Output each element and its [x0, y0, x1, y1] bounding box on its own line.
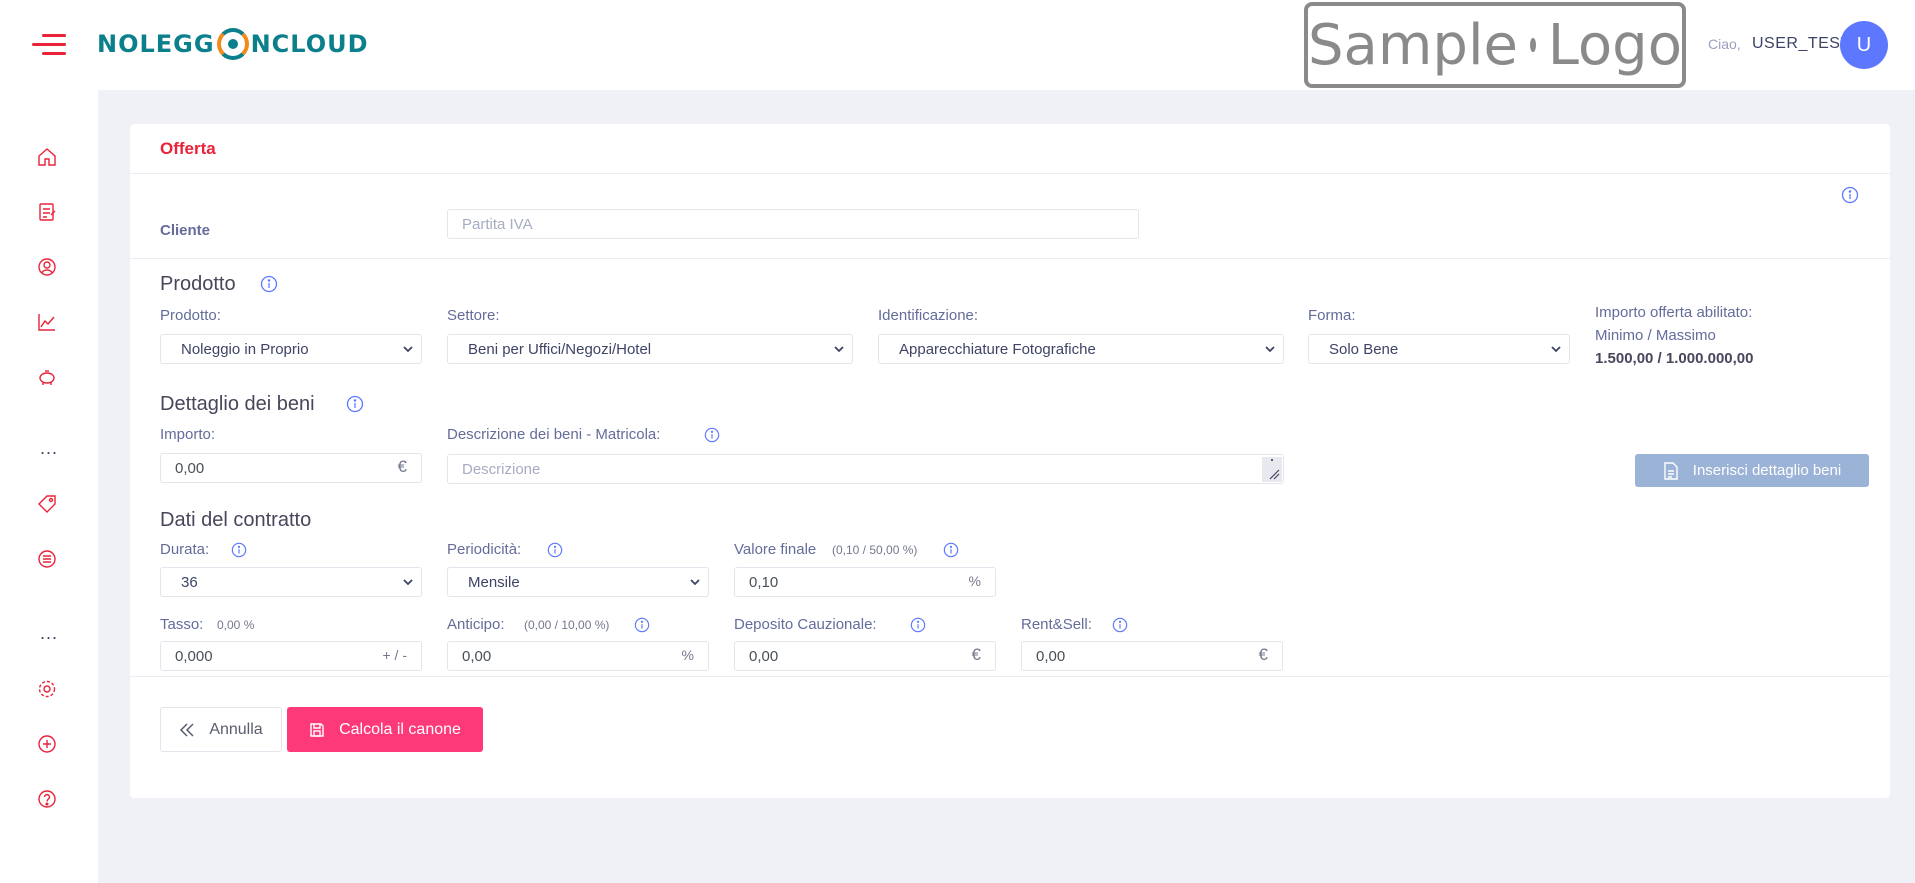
min-max-value: 1.500,00 / 1.000.000,00: [1595, 350, 1754, 367]
company-logo: Sample Logo: [1304, 2, 1686, 88]
anticipo-input[interactable]: 0,00 %: [447, 641, 709, 671]
help-icon[interactable]: [36, 788, 58, 810]
forma-select[interactable]: Solo Bene: [1308, 334, 1570, 364]
anticipo-label: Anticipo:: [447, 616, 505, 633]
greeting-text: Ciao,: [1708, 36, 1741, 52]
valore-finale-input[interactable]: 0,10 %: [734, 567, 996, 597]
double-chevron-left-icon: [180, 722, 194, 737]
info-icon[interactable]: [704, 427, 720, 443]
offerta-card: Offerta Cliente Partita IVA Prodotto Pro…: [130, 124, 1890, 798]
calcola-canone-button[interactable]: Calcola il canone: [287, 707, 483, 752]
periodicita-label: Periodicità:: [447, 541, 522, 558]
chevron-down-icon: [834, 346, 844, 353]
plus-minus-suffix: + / -: [382, 647, 407, 663]
inserisci-dettaglio-button[interactable]: Inserisci dettaglio beni: [1635, 454, 1869, 487]
info-icon[interactable]: [943, 542, 959, 558]
chart-icon[interactable]: [36, 311, 58, 333]
chevron-down-icon: [690, 579, 700, 586]
prodotto-select[interactable]: Noleggio in Proprio: [160, 334, 422, 364]
euro-suffix: €: [397, 457, 407, 476]
deposito-input[interactable]: 0,00 €: [734, 641, 996, 671]
username[interactable]: USER_TEST: [1752, 35, 1851, 53]
percent-suffix: %: [681, 647, 694, 663]
settings-icon[interactable]: [36, 678, 58, 700]
add-circle-icon[interactable]: [36, 733, 58, 755]
logo-dot: [1529, 38, 1536, 52]
card-header: Offerta: [130, 124, 1890, 174]
chevron-down-icon: [1551, 346, 1561, 353]
dettaglio-section-title: Dettaglio dei beni: [160, 393, 315, 415]
piggy-bank-icon[interactable]: [36, 366, 58, 388]
chevron-down-icon: [1265, 346, 1275, 353]
chevron-down-icon: [403, 579, 413, 586]
rentsell-input[interactable]: 0,00 €: [1021, 641, 1283, 671]
percent-suffix: %: [968, 573, 981, 589]
euro-suffix: €: [1258, 645, 1268, 664]
avatar[interactable]: U: [1840, 21, 1888, 69]
partita-iva-input[interactable]: Partita IVA: [447, 209, 1139, 239]
settore-label: Settore:: [447, 307, 500, 324]
descrizione-textarea[interactable]: Descrizione: [447, 454, 1284, 484]
min-max-label: Minimo / Massimo: [1595, 327, 1716, 344]
save-icon: [310, 722, 324, 737]
info-icon[interactable]: [910, 617, 926, 633]
info-icon[interactable]: [260, 275, 278, 293]
sidebar: ... ...: [0, 90, 98, 883]
document-icon: [1664, 461, 1678, 480]
top-bar: NOLEGG NCLOUD Sample Logo Ciao, USER_TES…: [0, 0, 1915, 90]
resize-handle-icon[interactable]: [1262, 457, 1282, 482]
importo-label: Importo:: [160, 426, 216, 443]
more-icon[interactable]: ...: [40, 438, 58, 459]
brand-logo[interactable]: NOLEGG NCLOUD: [97, 28, 369, 60]
info-icon[interactable]: [231, 542, 247, 558]
info-icon[interactable]: [1112, 617, 1128, 633]
durata-label: Durata:: [160, 541, 210, 558]
page-title: Offerta: [160, 139, 216, 158]
deposito-label: Deposito Cauzionale:: [734, 616, 877, 633]
menu-toggle-icon[interactable]: [32, 30, 68, 58]
periodicita-select[interactable]: Mensile: [447, 567, 709, 597]
identificazione-label: Identificazione:: [878, 307, 979, 324]
descrizione-label: Descrizione dei beni - Matricola:: [447, 426, 661, 443]
chevron-down-icon: [403, 346, 413, 353]
divider: [130, 676, 1890, 677]
prodotto-label: Prodotto:: [160, 307, 221, 324]
forma-label: Forma:: [1308, 307, 1356, 324]
euro-suffix: €: [971, 645, 981, 664]
tag-icon[interactable]: [36, 493, 58, 515]
tasso-label: Tasso:: [160, 616, 204, 633]
tasso-hint: 0,00 %: [217, 618, 255, 632]
prodotto-section-title: Prodotto: [160, 273, 236, 295]
info-icon[interactable]: [547, 542, 563, 558]
annulla-button[interactable]: Annulla: [160, 707, 282, 752]
customer-icon[interactable]: [36, 256, 58, 278]
divider: [130, 258, 1890, 259]
settore-select[interactable]: Beni per Uffici/Negozi/Hotel: [447, 334, 853, 364]
more-icon[interactable]: ...: [40, 623, 58, 644]
importo-abilitato-label: Importo offerta abilitato:: [1595, 304, 1753, 321]
orders-icon[interactable]: [36, 201, 58, 223]
contratto-section-title: Dati del contratto: [160, 509, 312, 531]
list-icon[interactable]: [36, 548, 58, 570]
brand-ring-icon: [216, 28, 249, 60]
info-icon[interactable]: [346, 395, 364, 413]
info-icon[interactable]: [634, 617, 650, 633]
identificazione-select[interactable]: Apparecchiature Fotografiche: [878, 334, 1284, 364]
tasso-input[interactable]: 0,000 + / -: [160, 641, 422, 671]
home-icon[interactable]: [36, 146, 58, 168]
importo-input[interactable]: 0,00 €: [160, 453, 422, 483]
info-icon[interactable]: [1841, 186, 1859, 204]
rentsell-label: Rent&Sell:: [1021, 616, 1092, 633]
cliente-label: Cliente: [160, 222, 211, 239]
valore-finale-label: Valore finale: [734, 541, 817, 558]
valore-finale-range: (0,10 / 50,00 %): [832, 543, 918, 557]
anticipo-range: (0,00 / 10,00 %): [524, 618, 610, 632]
durata-select[interactable]: 36: [160, 567, 422, 597]
